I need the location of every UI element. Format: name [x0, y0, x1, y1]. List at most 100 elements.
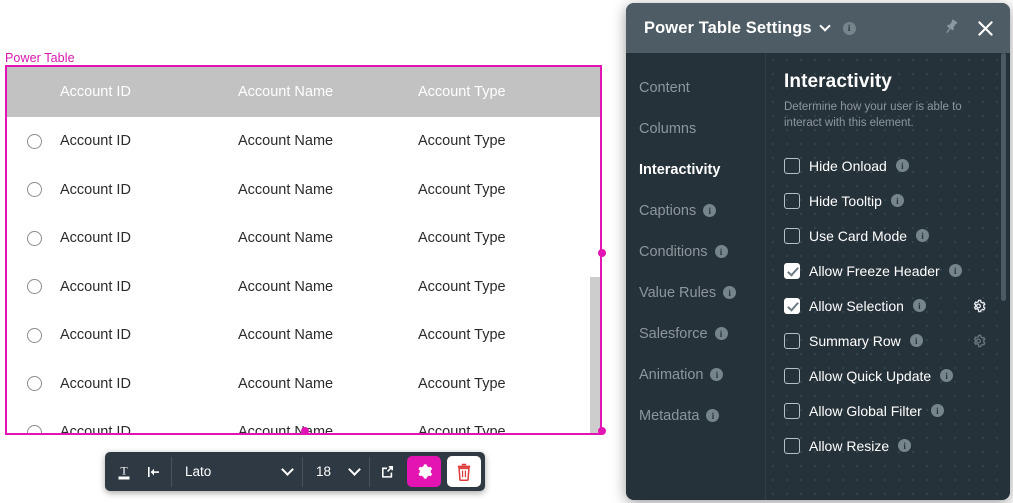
nav-item-salesforce[interactable]: Salesforcei [626, 313, 765, 354]
close-icon[interactable] [975, 18, 996, 39]
option-row-hide-onload[interactable]: Hide Onloadi [784, 148, 992, 183]
info-icon[interactable]: i [710, 368, 723, 381]
row-select-cell[interactable] [7, 425, 60, 435]
row-select-cell[interactable] [7, 279, 60, 294]
format-toolbar: T Lato 18 [105, 452, 485, 491]
option-row-allow-freeze-header[interactable]: Allow Freeze Headeri [784, 253, 992, 288]
cell-account-type: Account Type [418, 279, 600, 295]
row-radio-icon[interactable] [27, 425, 42, 435]
option-label: Allow Global Filter [809, 403, 922, 419]
table-row[interactable]: Account IDAccount NameAccount Type [7, 214, 600, 263]
table-scrollbar-track[interactable] [590, 117, 600, 433]
cell-account-id: Account ID [60, 279, 238, 295]
option-row-allow-quick-update[interactable]: Allow Quick Updatei [784, 358, 992, 393]
column-header-account-type[interactable]: Account Type [418, 84, 600, 100]
option-row-use-card-mode[interactable]: Use Card Mode i [784, 218, 992, 253]
info-icon[interactable]: i [723, 286, 736, 299]
info-icon[interactable]: i [896, 159, 909, 172]
selection-handle-right-middle[interactable] [598, 249, 606, 257]
nav-item-value-rules[interactable]: Value Rulesi [626, 272, 765, 313]
table-row[interactable]: Account IDAccount NameAccount Type [7, 311, 600, 360]
info-icon[interactable]: i [715, 327, 728, 340]
info-icon[interactable]: i [949, 264, 962, 277]
table-row[interactable]: Account IDAccount NameAccount Type [7, 117, 600, 166]
panel-nav: ContentColumnsInteractivityCaptionsiCond… [626, 53, 766, 500]
font-family-select[interactable]: Lato [174, 457, 300, 487]
nav-item-animation[interactable]: Animationi [626, 354, 765, 395]
info-icon[interactable]: i [913, 299, 926, 312]
open-external-icon[interactable] [372, 457, 402, 487]
info-icon[interactable]: i [931, 404, 944, 417]
checkbox-allow-quick-update[interactable] [784, 368, 800, 384]
row-select-cell[interactable] [7, 134, 60, 149]
row-select-cell[interactable] [7, 328, 60, 343]
option-row-hide-tooltip[interactable]: Hide Tooltipi [784, 183, 992, 218]
selection-handle-bottom-right[interactable] [598, 427, 606, 435]
indent-left-icon[interactable] [139, 457, 169, 487]
row-select-cell[interactable] [7, 182, 60, 197]
checkbox-hide-tooltip[interactable] [784, 193, 800, 209]
option-label: Allow Resize [809, 438, 889, 454]
table-row[interactable]: Account IDAccount NameAccount Type [7, 166, 600, 215]
nav-item-label: Captions [639, 203, 696, 219]
nav-item-captions[interactable]: Captions i [626, 190, 765, 231]
row-radio-icon[interactable] [27, 231, 42, 246]
row-radio-icon[interactable] [27, 134, 42, 149]
row-radio-icon[interactable] [27, 328, 42, 343]
column-header-account-name[interactable]: Account Name [238, 84, 418, 100]
cell-account-id: Account ID [60, 376, 238, 392]
power-table-component[interactable]: Account ID Account Name Account Type Acc… [5, 65, 602, 435]
panel-main: Interactivity Determine how your user is… [766, 53, 1010, 500]
option-settings-gear-icon[interactable] [971, 333, 986, 348]
table-row[interactable]: Account IDAccount NameAccount Type [7, 263, 600, 312]
info-icon[interactable]: i [891, 194, 904, 207]
info-icon[interactable]: i [706, 409, 719, 422]
info-icon[interactable]: i [898, 439, 911, 452]
font-size-select[interactable]: 18 [305, 457, 367, 487]
checkbox-allow-global-filter[interactable] [784, 403, 800, 419]
option-label: Use Card Mode [809, 228, 907, 244]
nav-item-interactivity[interactable]: Interactivity [626, 149, 765, 190]
nav-item-metadata[interactable]: Metadatai [626, 395, 765, 436]
nav-item-conditions[interactable]: Conditionsi [626, 231, 765, 272]
delete-button[interactable] [447, 456, 481, 487]
row-radio-icon[interactable] [27, 279, 42, 294]
chevron-down-icon[interactable] [819, 20, 830, 31]
checkbox-summary-row[interactable] [784, 333, 800, 349]
cell-account-name: Account Name [238, 133, 418, 149]
info-icon[interactable]: i [843, 22, 856, 35]
app-canvas: Power Table Account ID Account Name Acco… [0, 0, 1013, 503]
pin-icon[interactable] [943, 19, 961, 37]
option-row-allow-selection[interactable]: Allow Selectioni [784, 288, 992, 323]
nav-item-content[interactable]: Content [626, 67, 765, 108]
checkbox-hide-onload[interactable] [784, 158, 800, 174]
cell-account-name: Account Name [238, 424, 418, 435]
row-select-cell[interactable] [7, 376, 60, 391]
info-icon[interactable]: i [703, 204, 716, 217]
panel-scrollbar-thumb[interactable] [1001, 53, 1006, 301]
option-row-summary-row[interactable]: Summary Rowi [784, 323, 992, 358]
checkbox-allow-selection[interactable] [784, 298, 800, 314]
checkbox-use-card-mode[interactable] [784, 228, 800, 244]
table-row[interactable]: Account IDAccount NameAccount Type [7, 360, 600, 409]
selection-handle-bottom-center[interactable] [301, 427, 309, 435]
nav-item-columns[interactable]: Columns [626, 108, 765, 149]
option-row-allow-resize[interactable]: Allow Resize i [784, 428, 992, 463]
column-header-account-id[interactable]: Account ID [60, 84, 238, 100]
panel-scrollbar-track[interactable] [1003, 53, 1008, 500]
settings-button[interactable] [407, 456, 441, 487]
text-color-icon[interactable]: T [109, 457, 139, 487]
option-row-allow-global-filter[interactable]: Allow Global Filter i [784, 393, 992, 428]
cell-account-type: Account Type [418, 327, 600, 343]
row-radio-icon[interactable] [27, 376, 42, 391]
row-radio-icon[interactable] [27, 182, 42, 197]
option-settings-gear-icon[interactable] [971, 298, 986, 313]
info-icon[interactable]: i [715, 245, 728, 258]
checkbox-allow-freeze-header[interactable] [784, 263, 800, 279]
info-icon[interactable]: i [940, 369, 953, 382]
info-icon[interactable]: i [916, 229, 929, 242]
table-scrollbar-thumb[interactable] [590, 277, 600, 435]
checkbox-allow-resize[interactable] [784, 438, 800, 454]
row-select-cell[interactable] [7, 231, 60, 246]
info-icon[interactable]: i [910, 334, 923, 347]
